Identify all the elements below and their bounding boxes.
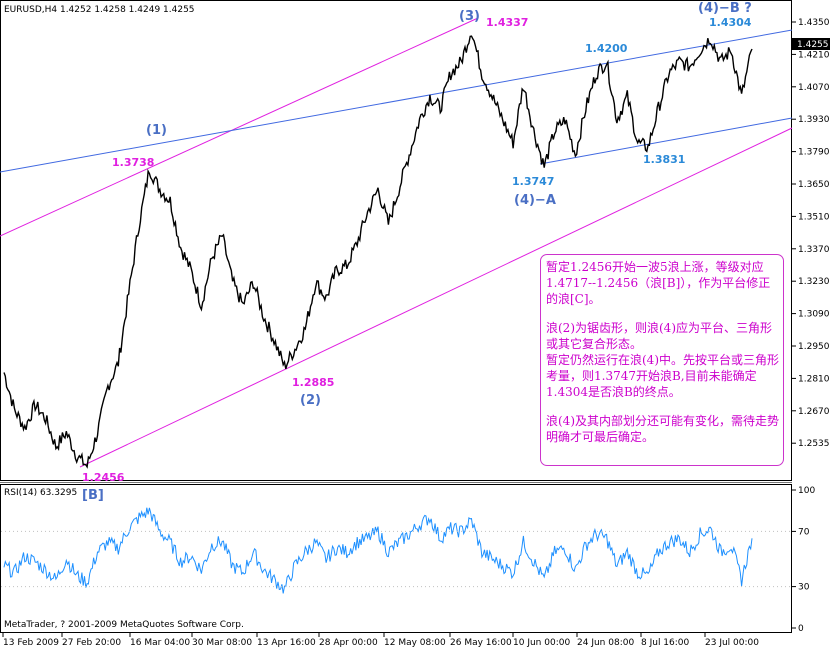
- wave-4b-label: (4)−B ?: [698, 1, 752, 16]
- rsi-tick-label: 30: [798, 583, 810, 593]
- price-low-label: 1.2456: [82, 471, 125, 484]
- price-tick-label: 1.3930: [798, 115, 830, 125]
- price-tick-label: 1.3090: [798, 310, 830, 320]
- analysis-comment: 暂定1.2456开始一波5浪上涨，等级对应1.4717--1.2456（浪[B]…: [540, 254, 784, 466]
- price-3-label: 1.4337: [486, 16, 528, 29]
- price-tick-label: 1.4210: [798, 50, 830, 60]
- price-1-label: 1.3738: [112, 156, 154, 169]
- price-tick-label: 1.2535: [798, 439, 830, 449]
- time-axis: 13 Feb 200927 Feb 20:00 16 Mar 04:0030 Ma…: [3, 633, 759, 648]
- comment-paragraph-4: 浪(4)及其内部划分还可能有变化，需待走势明确才可最后确定。: [546, 413, 779, 445]
- copyright-text: MetaTrader, ? 2001-2009 MetaQuotes Softw…: [4, 620, 244, 630]
- upper-blue-trendline: [0, 30, 792, 172]
- rsi-tick-label: 70: [798, 527, 810, 537]
- chart-window: 1.4255 1.4350 1.4210 1.4070 1.3930 1.3790 1.3…: [0, 0, 831, 649]
- rsi-axis: 100 70 30 0: [1, 486, 815, 634]
- time-tick-label: 24 Jun 08:00: [577, 638, 634, 648]
- price-tick-label: 1.2670: [798, 407, 830, 417]
- price-tick-label: 1.3650: [798, 180, 830, 190]
- wave-b-label: [B]: [82, 488, 104, 503]
- time-tick-label: 10 Jun 00:00: [513, 638, 570, 648]
- time-tick-label: 27 Feb 20:00: [62, 638, 121, 648]
- rsi-panel-frame: [1, 485, 792, 633]
- price-tick-label: 1.3510: [798, 212, 830, 222]
- time-tick-label: 23 Jul 00:00: [705, 638, 759, 648]
- upper-magenta-channel: [0, 18, 478, 236]
- time-tick-label: 13 Apr 16:00: [257, 638, 316, 648]
- rsi-series: [4, 508, 752, 594]
- rsi-title: RSI(14) 63.3295: [4, 488, 77, 498]
- wave-3-label: (3): [459, 9, 480, 24]
- time-tick-label: 28 Apr 00:00: [319, 638, 378, 648]
- time-tick-label: 16 Mar 04:00: [130, 638, 190, 648]
- wave-2-label: (2): [300, 393, 321, 408]
- time-tick-label: 12 May 08:00: [384, 638, 446, 648]
- price-tick-label: 1.4070: [798, 83, 830, 93]
- price-tick-label: 1.4350: [798, 18, 830, 28]
- rsi-line: [4, 508, 752, 594]
- time-tick-label: 13 Feb 2009: [3, 638, 59, 648]
- time-tick-label: 26 May 16:00: [450, 638, 512, 648]
- comment-paragraph-1: 暂定1.2456开始一波5浪上涨，等级对应1.4717--1.2456（浪[B]…: [546, 259, 779, 307]
- rsi-tick-label: 100: [798, 486, 815, 496]
- comment-paragraph-2: 浪(2)为锯齿形，则浪(4)应为平台、三角形或其它复合形态。: [546, 320, 779, 352]
- price-tick-label: 1.3370: [798, 245, 830, 255]
- price-2-label: 1.2885: [292, 376, 334, 389]
- rsi-tick-label: 0: [798, 624, 804, 634]
- price-axis: 1.4350 1.4210 1.4070 1.3930 1.3790 1.3650 1.35…: [792, 18, 830, 449]
- comment-paragraph-3: 暂定仍然运行在浪(4)中。先按平台或三角形考量，则1.3747开始浪B,目前未能…: [546, 352, 779, 400]
- time-tick-label: 8 Jul 16:00: [641, 638, 690, 648]
- current-price-label: 1.4255: [797, 40, 829, 50]
- price-tick-label: 1.2810: [798, 374, 830, 384]
- time-tick-label: 30 Mar 08:00: [192, 638, 252, 648]
- price-4a-label: 1.3747: [512, 175, 554, 188]
- wave-1-label: (1): [146, 123, 167, 138]
- wave-4a-label: (4)−A: [514, 193, 556, 208]
- price-4200-label: 1.4200: [585, 42, 628, 55]
- price-tick-label: 1.3790: [798, 148, 830, 158]
- price-3831-label: 1.3831: [643, 153, 685, 166]
- price-tick-label: 1.3230: [798, 277, 830, 287]
- price-tick-label: 1.2950: [798, 342, 830, 352]
- symbol-info: EURUSD,H4 1.4252 1.4258 1.4249 1.4255: [4, 5, 195, 15]
- price-4304-label: 1.4304: [709, 16, 752, 29]
